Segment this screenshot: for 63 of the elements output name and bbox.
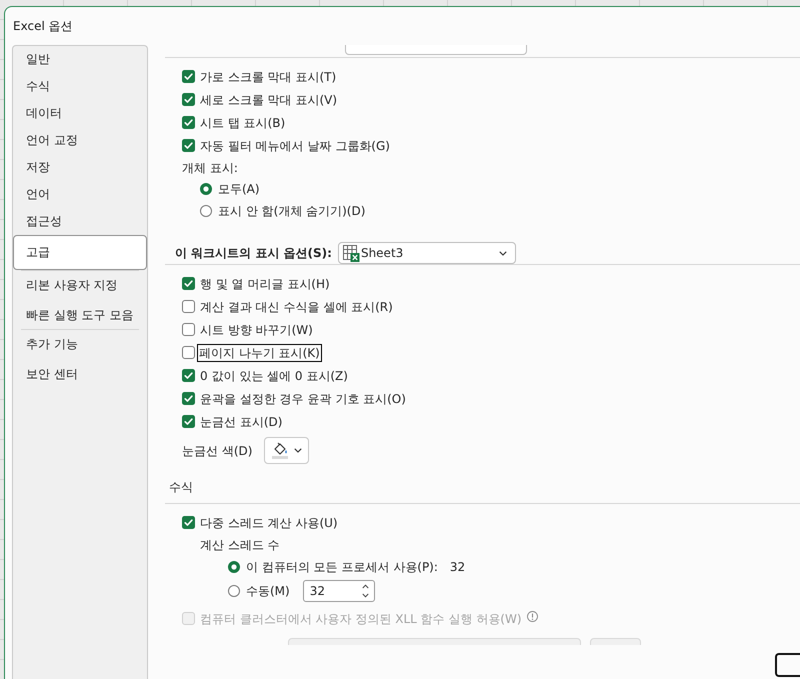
checkbox[interactable] xyxy=(182,369,195,382)
option-label: 시트 탭 표시(B) xyxy=(200,114,286,130)
option-label: 수동(M) xyxy=(246,583,290,599)
option-label: 컴퓨터 클러스터에서 사용자 정의된 XLL 함수 실행 허용(W) xyxy=(200,610,522,626)
chevron-down-icon xyxy=(498,250,507,256)
radio-button[interactable] xyxy=(200,205,212,217)
number-spin-field[interactable]: 32 xyxy=(302,580,375,602)
spin-arrows-icon xyxy=(362,584,369,598)
option-label: 다중 스레드 계산 사용(U) xyxy=(200,514,338,530)
checkbox[interactable] xyxy=(182,277,195,290)
dropdown-field[interactable] xyxy=(345,45,527,55)
option-label: 시트 방향 바꾸기(W) xyxy=(200,322,313,338)
checkbox[interactable] xyxy=(182,392,195,405)
sheet-dropdown[interactable]: Sheet3 xyxy=(338,242,516,264)
option-label: 세로 스크롤 막대 표시(V) xyxy=(200,92,338,108)
option-label: 계산 결과 대신 수식을 셀에 표시(R) xyxy=(200,298,393,314)
sheet-icon xyxy=(342,244,360,262)
checkbox[interactable] xyxy=(182,93,195,106)
checkbox[interactable] xyxy=(182,346,195,359)
option-label: 가로 스크롤 막대 표시(T) xyxy=(200,68,336,84)
checkbox[interactable] xyxy=(182,70,195,83)
chevron-down-icon xyxy=(294,448,302,453)
radio-button[interactable] xyxy=(200,183,212,195)
sidebar-item[interactable]: 빠른 실행 도구 모음 xyxy=(13,302,147,329)
sidebar-item[interactable]: 리본 사용자 지정 xyxy=(13,272,147,299)
checkbox[interactable] xyxy=(182,116,195,129)
option-label: 눈금선 표시(D) xyxy=(200,414,282,430)
paint-bucket-icon xyxy=(272,442,288,459)
sidebar-item[interactable]: 데이터 xyxy=(13,100,147,127)
option-label: 페이지 나누기 표시(K) xyxy=(198,344,321,360)
option-label: 표시 안 함(개체 숨기기)(D) xyxy=(218,203,366,219)
color-picker-button[interactable] xyxy=(264,437,310,464)
section-heading: 이 워크시트의 표시 옵션(S): xyxy=(175,244,332,262)
sidebar-item[interactable]: 일반 xyxy=(13,46,147,73)
section-heading: 수식 xyxy=(169,480,193,494)
group-label: 개체 표시: xyxy=(182,160,238,176)
sidebar-item[interactable]: 보안 센터 xyxy=(13,361,147,388)
sidebar-item[interactable]: 수식 xyxy=(13,73,147,100)
option-label: 윤곽을 설정한 경우 윤곽 기호 표시(O) xyxy=(200,390,406,406)
option-label: 모두(A) xyxy=(218,181,260,197)
checkbox[interactable] xyxy=(182,516,195,529)
field-label: 눈금선 색(D) xyxy=(182,442,252,458)
sidebar-item[interactable]: 언어 xyxy=(13,181,147,208)
window-title: Excel 옵션 xyxy=(13,18,73,34)
radio-button[interactable] xyxy=(228,561,240,573)
sidebar-item[interactable]: 저장 xyxy=(13,154,147,181)
option-label: 자동 필터 메뉴에서 날짜 그룹화(G) xyxy=(200,138,390,154)
processor-count: 32 xyxy=(450,560,466,574)
group-label: 계산 스레드 수 xyxy=(200,537,280,553)
option-label: 이 컴퓨터의 모든 프로세서 사용(P): xyxy=(246,559,438,575)
option-label: 행 및 열 머리글 표시(H) xyxy=(200,276,330,292)
alert-icon[interactable] xyxy=(526,611,538,622)
checkbox[interactable] xyxy=(182,323,195,336)
checkbox[interactable] xyxy=(182,415,195,428)
option-label: 0 값이 있는 셀에 0 표시(Z) xyxy=(200,368,348,384)
checkbox[interactable] xyxy=(182,139,195,152)
checkbox[interactable] xyxy=(182,300,195,313)
sidebar-item[interactable]: 고급 xyxy=(13,235,147,270)
sidebar-item[interactable]: 언어 교정 xyxy=(13,127,147,154)
sidebar-item[interactable]: 접근성 xyxy=(13,208,147,235)
radio-button[interactable] xyxy=(228,585,240,597)
sidebar-item[interactable]: 추가 기능 xyxy=(13,331,147,358)
dialog-button[interactable] xyxy=(775,653,800,677)
